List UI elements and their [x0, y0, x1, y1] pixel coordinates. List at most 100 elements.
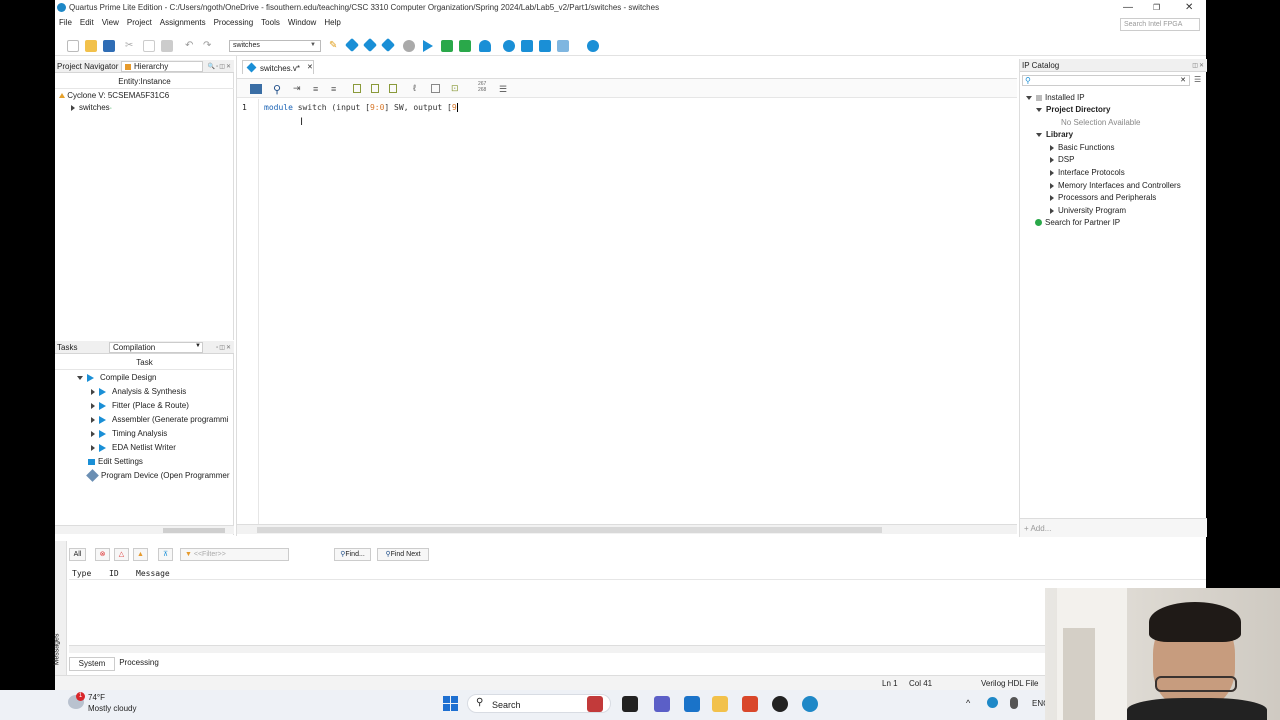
expand-icon[interactable]: [1050, 182, 1054, 189]
device-row[interactable]: Cyclone V: 5CSEMA5F31C6: [59, 91, 169, 100]
analysis-synthesis-icon[interactable]: [441, 40, 453, 52]
task-compile-design[interactable]: Compile Design: [77, 373, 156, 382]
find-icon[interactable]: ⚲: [273, 83, 281, 96]
collapse-icon[interactable]: [77, 375, 83, 380]
platform-designer-icon[interactable]: [557, 40, 569, 52]
task-analysis-synthesis[interactable]: Analysis & Synthesis: [91, 387, 186, 396]
open-folder-icon[interactable]: [85, 40, 97, 52]
menu-help[interactable]: Help: [320, 16, 344, 29]
taskbar-app-icon[interactable]: [772, 696, 788, 712]
flow-select[interactable]: Compilation: [109, 342, 203, 353]
chevron-down-icon[interactable]: ▼: [310, 42, 316, 48]
weather-temp[interactable]: 74°F: [88, 693, 105, 702]
code-line[interactable]: module switch (input [9:0] SW, output [9: [264, 103, 458, 112]
editor-horizontal-scrollbar[interactable]: [237, 524, 1017, 534]
filter-error-icon[interactable]: ⊗: [95, 548, 110, 561]
insert-template-icon[interactable]: ℓ: [413, 83, 416, 93]
menu-tools[interactable]: Tools: [257, 16, 284, 29]
programmer-icon[interactable]: [539, 40, 551, 52]
expand-icon[interactable]: [71, 104, 75, 111]
menu-view[interactable]: View: [98, 16, 123, 29]
filter-warning-icon[interactable]: ▲: [133, 548, 148, 561]
filter-critical-icon[interactable]: △: [114, 548, 129, 561]
start-button[interactable]: [443, 696, 458, 711]
ip-library-row[interactable]: Library: [1036, 130, 1073, 139]
ip-library-item[interactable]: University Program: [1050, 206, 1126, 215]
ip-library-item[interactable]: Processors and Peripherals: [1050, 193, 1156, 202]
collapse-icon[interactable]: [1036, 132, 1042, 137]
play-icon[interactable]: [99, 443, 106, 452]
entity-row[interactable]: switches◦: [71, 103, 112, 112]
ip-add-button[interactable]: + Add...: [1024, 524, 1051, 533]
taskbar-app-icon[interactable]: [587, 696, 603, 712]
ip-library-item[interactable]: Memory Interfaces and Controllers: [1050, 181, 1181, 190]
paste-icon[interactable]: [161, 40, 173, 52]
block-comment-icon[interactable]: [431, 84, 440, 93]
collapse-icon[interactable]: [1036, 107, 1042, 112]
editor-tab[interactable]: switches.v* ✕: [242, 60, 314, 74]
ip-installed-row[interactable]: Installed IP: [1026, 93, 1085, 102]
menu-edit[interactable]: Edit: [76, 16, 98, 29]
menu-file[interactable]: File: [55, 16, 76, 29]
search-intel-fpga-input[interactable]: Search Intel FPGA: [1120, 18, 1200, 31]
tab-system[interactable]: System: [69, 657, 115, 671]
pin-planner-icon[interactable]: ✎: [329, 40, 341, 52]
expand-icon[interactable]: [91, 416, 95, 423]
timing-analyzer-icon[interactable]: [503, 40, 515, 52]
microphone-icon[interactable]: [1010, 697, 1018, 709]
scrollbar-thumb[interactable]: [257, 527, 882, 533]
restore-button[interactable]: ❐: [1153, 3, 1160, 12]
expand-icon[interactable]: [1050, 156, 1054, 163]
cut-icon[interactable]: ✂: [125, 40, 137, 52]
bookmark-icon[interactable]: [353, 84, 361, 93]
task-edit-settings[interactable]: Edit Settings: [88, 457, 143, 466]
ip-partner-row[interactable]: Search for Partner IP: [1035, 218, 1120, 227]
tray-app-icon[interactable]: [987, 697, 998, 708]
outlook-icon[interactable]: [684, 696, 700, 712]
panel-controls-icon[interactable]: 🔍▫◫✕: [208, 63, 232, 70]
chevron-down-icon[interactable]: ▼: [195, 343, 201, 349]
file-explorer-icon[interactable]: [712, 696, 728, 712]
task-assembler[interactable]: Assembler (Generate programmi: [91, 415, 228, 424]
message-filter-input[interactable]: ▼ <<Filter>>: [180, 548, 289, 561]
expand-icon[interactable]: [1050, 194, 1054, 201]
ip-library-item[interactable]: DSP: [1050, 155, 1074, 164]
fitter-icon[interactable]: [459, 40, 471, 52]
netlist-icon[interactable]: [521, 40, 533, 52]
show-hidden-icons-icon[interactable]: ^: [966, 698, 970, 708]
play-icon[interactable]: [99, 429, 106, 438]
task-program-device[interactable]: Program Device (Open Programmer: [86, 469, 229, 483]
weather-desc[interactable]: Mostly cloudy: [88, 704, 136, 713]
expand-icon[interactable]: [91, 388, 95, 395]
next-bookmark-icon[interactable]: [371, 84, 379, 93]
teams-icon[interactable]: [654, 696, 670, 712]
ip-search-input[interactable]: ⚲ ✕: [1022, 75, 1190, 86]
revision-select[interactable]: switches: [229, 40, 321, 52]
taskbar-app-icon[interactable]: [742, 696, 758, 712]
close-button[interactable]: ✕: [1185, 2, 1193, 13]
toggle-comment-icon[interactable]: ⊡: [451, 83, 459, 94]
play-icon[interactable]: [99, 387, 106, 396]
wrap-icon[interactable]: ☰: [499, 84, 507, 95]
expand-icon[interactable]: [1050, 144, 1054, 151]
filter-info-icon[interactable]: ⊼: [158, 548, 173, 561]
start-compilation-icon[interactable]: [423, 40, 433, 52]
menu-assignments[interactable]: Assignments: [156, 16, 210, 29]
expand-icon[interactable]: [1050, 207, 1054, 214]
stop-icon[interactable]: [403, 40, 415, 52]
task-eda-netlist[interactable]: EDA Netlist Writer: [91, 443, 176, 452]
goto-line-icon[interactable]: ⇥: [293, 83, 301, 94]
prev-bookmark-icon[interactable]: [389, 84, 397, 93]
expand-icon[interactable]: [91, 430, 95, 437]
new-file-icon[interactable]: [67, 40, 79, 52]
expand-icon[interactable]: [91, 444, 95, 451]
close-icon[interactable]: ✕: [307, 63, 313, 71]
navigator-view-select[interactable]: Hierarchy: [121, 61, 203, 72]
task-timing-analysis[interactable]: Timing Analysis: [91, 429, 167, 438]
play-icon[interactable]: [87, 373, 94, 382]
copy-icon[interactable]: [143, 40, 155, 52]
rtl-viewer-icon[interactable]: [479, 40, 491, 52]
tab-processing[interactable]: Processing: [115, 657, 163, 671]
expand-icon[interactable]: [91, 402, 95, 409]
design-partition-icon[interactable]: [362, 37, 378, 53]
